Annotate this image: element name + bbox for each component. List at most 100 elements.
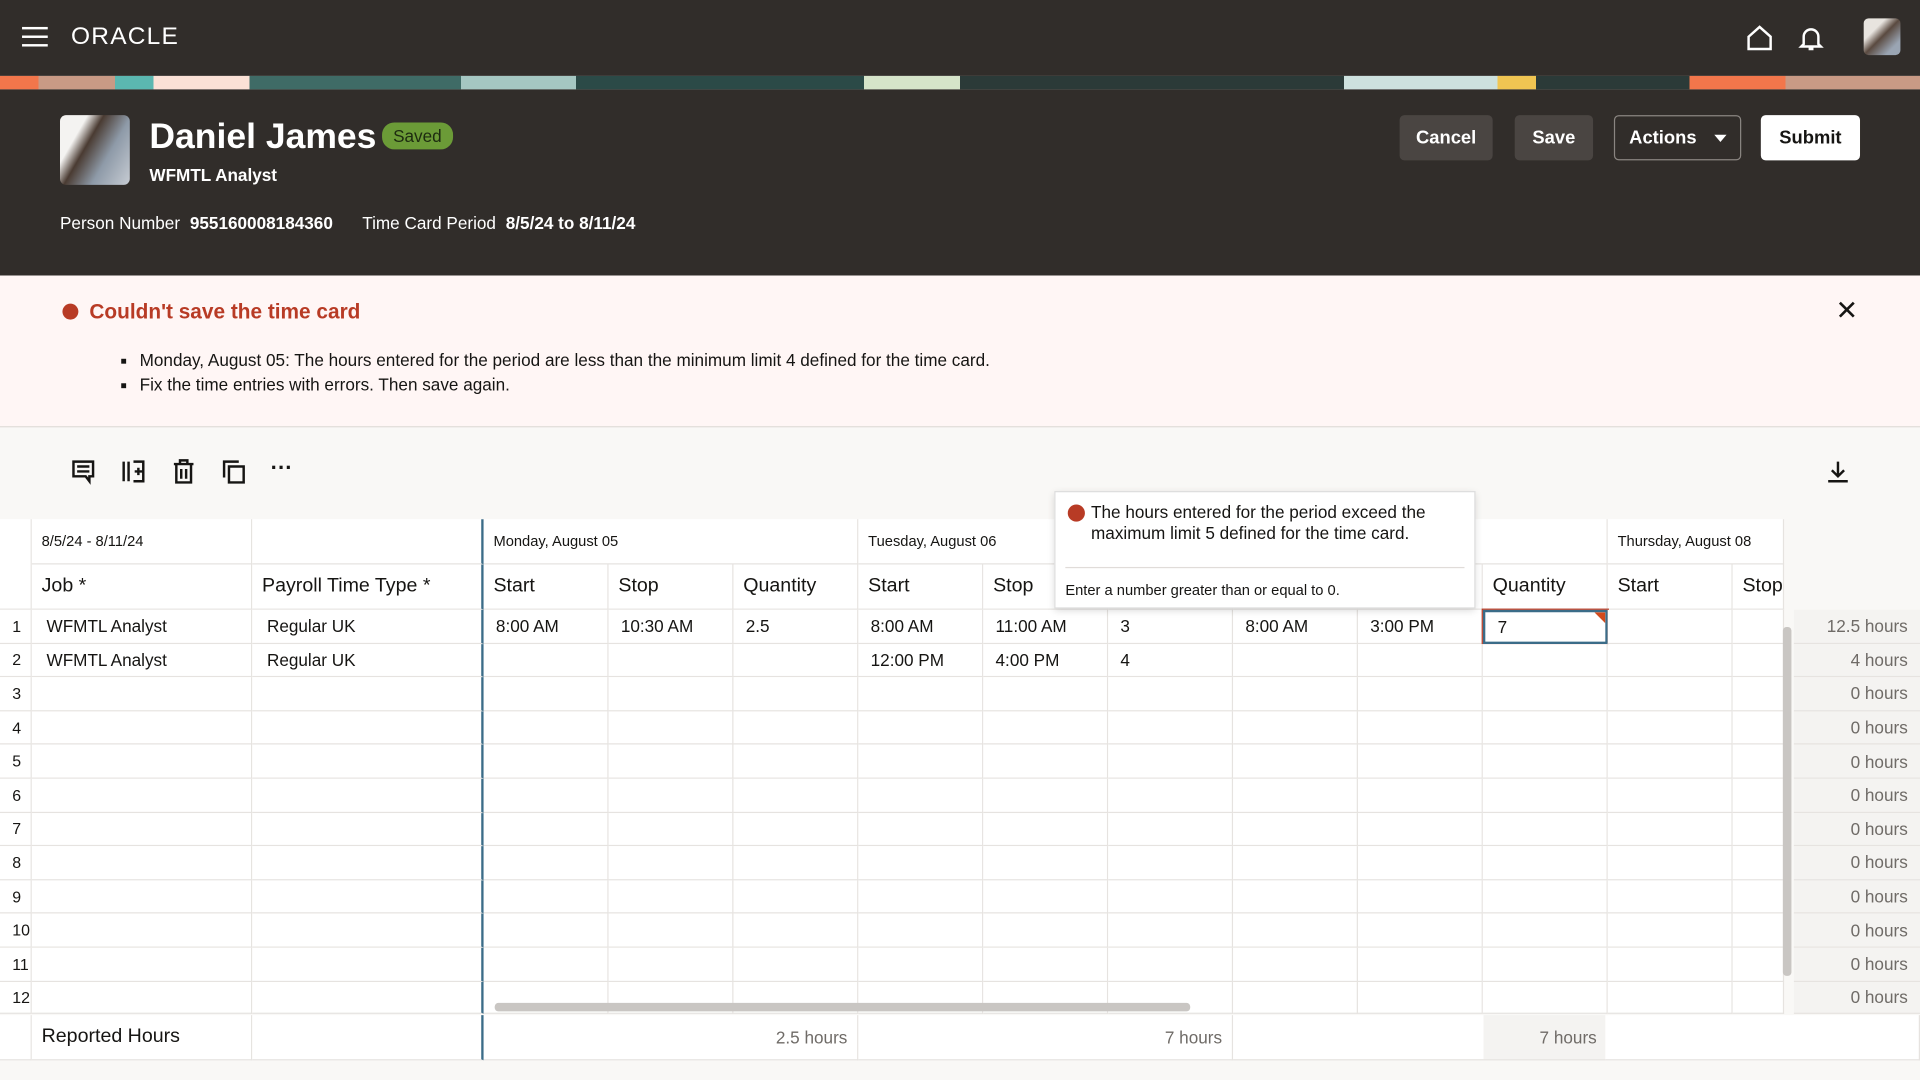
start-cell[interactable] bbox=[1607, 711, 1733, 745]
start-cell[interactable] bbox=[858, 846, 984, 881]
start-cell[interactable] bbox=[1607, 677, 1733, 712]
actions-button[interactable]: Actions bbox=[1613, 115, 1742, 161]
start-cell[interactable] bbox=[1607, 846, 1733, 881]
stop-cell[interactable] bbox=[1357, 812, 1483, 847]
stop-cell[interactable] bbox=[1357, 947, 1483, 982]
stop-cell[interactable] bbox=[1357, 643, 1483, 678]
start-cell[interactable] bbox=[1233, 913, 1358, 948]
job-cell[interactable] bbox=[31, 778, 253, 813]
start-cell[interactable] bbox=[1607, 778, 1733, 813]
payroll-time-type-cell[interactable]: Regular UK bbox=[252, 643, 484, 678]
quantity-cell[interactable] bbox=[733, 880, 859, 914]
stop-cell[interactable] bbox=[1357, 880, 1483, 914]
start-cell[interactable] bbox=[1607, 913, 1733, 948]
stop-cell[interactable] bbox=[983, 677, 1109, 712]
quantity-cell[interactable] bbox=[1108, 947, 1234, 982]
start-cell[interactable] bbox=[858, 812, 984, 847]
quantity-cell[interactable] bbox=[733, 643, 859, 678]
delete-icon[interactable] bbox=[170, 458, 197, 485]
start-cell[interactable] bbox=[858, 913, 984, 948]
quantity-cell[interactable] bbox=[1108, 913, 1234, 948]
quantity-cell[interactable] bbox=[1482, 880, 1608, 914]
download-icon[interactable] bbox=[1825, 458, 1852, 485]
stop-cell[interactable] bbox=[983, 880, 1109, 914]
start-cell[interactable] bbox=[483, 880, 609, 914]
start-cell[interactable] bbox=[1233, 880, 1358, 914]
stop-cell[interactable] bbox=[1732, 880, 1785, 914]
start-cell[interactable] bbox=[1233, 846, 1358, 881]
start-cell[interactable] bbox=[1607, 981, 1733, 1014]
oracle-logo[interactable]: ORACLE bbox=[71, 23, 179, 51]
stop-cell[interactable]: 3:00 PM bbox=[1357, 609, 1483, 644]
comment-icon[interactable] bbox=[70, 458, 97, 485]
stop-cell[interactable]: 11:00 AM bbox=[983, 609, 1109, 644]
start-cell[interactable] bbox=[1607, 947, 1733, 982]
start-cell[interactable] bbox=[1607, 812, 1733, 847]
start-cell[interactable] bbox=[1607, 609, 1733, 644]
quantity-cell[interactable] bbox=[1482, 643, 1608, 678]
stop-cell[interactable] bbox=[608, 846, 734, 881]
stop-cell[interactable] bbox=[1732, 744, 1785, 779]
quantity-cell[interactable] bbox=[1108, 846, 1234, 881]
stop-cell[interactable] bbox=[983, 812, 1109, 847]
stop-cell[interactable] bbox=[1732, 778, 1785, 813]
stop-cell[interactable] bbox=[1732, 711, 1785, 745]
start-cell[interactable]: 8:00 AM bbox=[1233, 609, 1358, 644]
quantity-cell[interactable] bbox=[733, 812, 859, 847]
stop-cell[interactable]: 4:00 PM bbox=[983, 643, 1109, 678]
start-cell[interactable] bbox=[1233, 643, 1358, 678]
job-cell[interactable] bbox=[31, 846, 253, 881]
copy-icon[interactable] bbox=[220, 458, 247, 485]
stop-cell[interactable] bbox=[608, 947, 734, 982]
column-header-stop[interactable]: Stop bbox=[1732, 564, 1785, 610]
stop-cell[interactable] bbox=[1357, 677, 1483, 712]
stop-cell[interactable] bbox=[983, 744, 1109, 779]
quantity-cell[interactable] bbox=[1108, 711, 1234, 745]
stop-cell[interactable] bbox=[1732, 846, 1785, 881]
payroll-time-type-cell[interactable] bbox=[252, 744, 484, 779]
quantity-cell[interactable] bbox=[1482, 812, 1608, 847]
job-cell[interactable] bbox=[31, 913, 253, 948]
start-cell[interactable]: 8:00 AM bbox=[483, 609, 609, 644]
start-cell[interactable] bbox=[483, 744, 609, 779]
job-cell[interactable] bbox=[31, 744, 253, 779]
quantity-cell[interactable] bbox=[1108, 812, 1234, 847]
column-header-start[interactable]: Start bbox=[1607, 564, 1733, 610]
quantity-cell[interactable] bbox=[1108, 778, 1234, 813]
insert-column-icon[interactable] bbox=[120, 458, 147, 485]
quantity-cell[interactable] bbox=[1108, 880, 1234, 914]
stop-cell[interactable] bbox=[1732, 609, 1785, 644]
stop-cell[interactable] bbox=[1732, 981, 1785, 1014]
submit-button[interactable]: Submit bbox=[1760, 115, 1861, 161]
payroll-time-type-cell[interactable] bbox=[252, 778, 484, 813]
start-cell[interactable] bbox=[1233, 812, 1358, 847]
bell-icon[interactable] bbox=[1796, 23, 1825, 52]
stop-cell[interactable] bbox=[1732, 812, 1785, 847]
quantity-cell[interactable] bbox=[1482, 947, 1608, 982]
menu-icon[interactable] bbox=[22, 26, 48, 47]
quantity-cell[interactable] bbox=[733, 744, 859, 779]
payroll-time-type-cell[interactable] bbox=[252, 913, 484, 948]
payroll-time-type-cell[interactable] bbox=[252, 677, 484, 712]
start-cell[interactable] bbox=[483, 677, 609, 712]
stop-cell[interactable] bbox=[983, 846, 1109, 881]
stop-cell[interactable] bbox=[608, 913, 734, 948]
quantity-cell[interactable] bbox=[733, 711, 859, 745]
stop-cell[interactable] bbox=[1732, 913, 1785, 948]
stop-cell[interactable] bbox=[983, 778, 1109, 813]
home-icon[interactable] bbox=[1745, 23, 1774, 52]
stop-cell[interactable] bbox=[983, 913, 1109, 948]
quantity-cell[interactable] bbox=[1482, 711, 1608, 745]
quantity-cell[interactable]: 3 bbox=[1108, 609, 1234, 644]
column-header-quantity[interactable]: Quantity bbox=[733, 564, 859, 610]
quantity-cell[interactable]: 4 bbox=[1108, 643, 1234, 678]
quantity-cell[interactable] bbox=[1482, 677, 1608, 712]
payroll-time-type-cell[interactable] bbox=[252, 812, 484, 847]
stop-cell[interactable] bbox=[1732, 947, 1785, 982]
quantity-cell[interactable]: 2.5 bbox=[733, 609, 859, 644]
start-cell[interactable] bbox=[1233, 711, 1358, 745]
start-cell[interactable] bbox=[858, 711, 984, 745]
start-cell[interactable] bbox=[858, 744, 984, 779]
quantity-cell[interactable]: 7 bbox=[1481, 608, 1609, 645]
stop-cell[interactable] bbox=[608, 711, 734, 745]
